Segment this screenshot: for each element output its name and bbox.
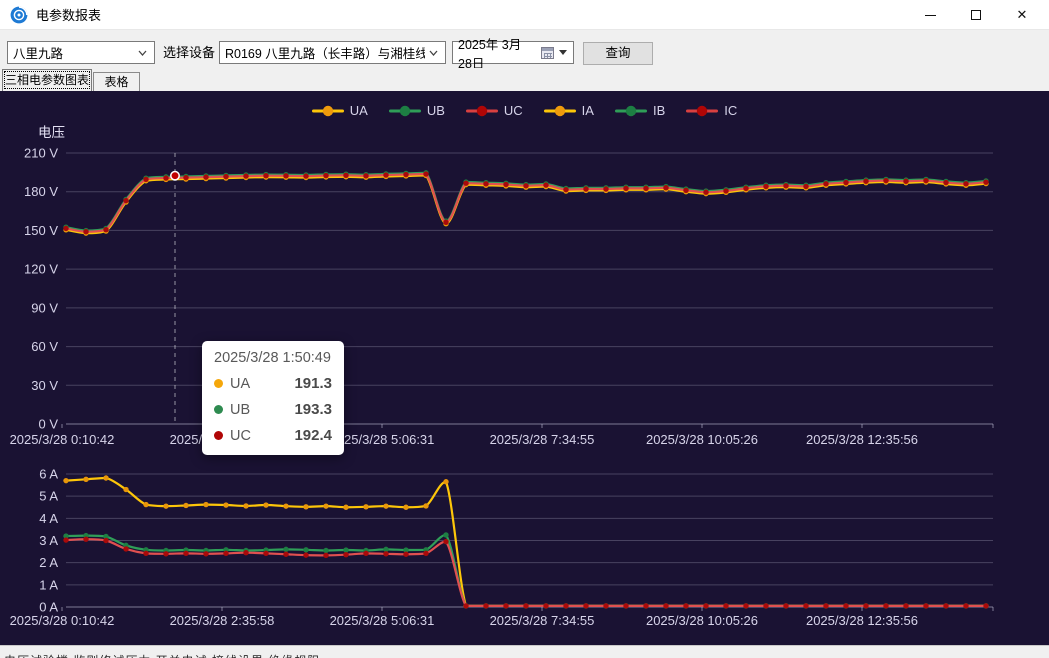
dropdown-arrow-icon xyxy=(559,50,567,55)
title-bar: 电参数报表 ✕ xyxy=(0,0,1049,30)
series-dot-icon xyxy=(214,379,223,388)
chart-legend: UA UB UC IA IB IC xyxy=(0,103,1049,118)
tooltip-series-value: 191.3 xyxy=(294,375,332,392)
svg-text:90 V: 90 V xyxy=(31,300,58,315)
background-window-strip: 电压试验楼 监则修试压力 开关电试 接线设界 绝缘规阻 xyxy=(0,645,1049,658)
maximize-button[interactable] xyxy=(953,0,999,30)
background-window-text: 电压试验楼 监则修试压力 开关电试 接线设界 绝缘规阻 xyxy=(4,652,320,658)
tooltip-series-name: UA xyxy=(230,376,250,392)
tab-table[interactable]: 表格 xyxy=(93,72,140,91)
legend-label: UA xyxy=(350,103,368,118)
legend-line-icon xyxy=(312,104,344,118)
legend-item-ua[interactable]: UA xyxy=(312,103,368,118)
legend-item-uc[interactable]: UC xyxy=(466,103,523,118)
legend-item-ic[interactable]: IC xyxy=(686,103,737,118)
chevron-down-icon xyxy=(138,50,147,56)
svg-text:2025/3/28 5:06:31: 2025/3/28 5:06:31 xyxy=(330,613,435,628)
legend-line-icon xyxy=(544,104,576,118)
svg-text:2025/3/28 12:35:56: 2025/3/28 12:35:56 xyxy=(806,613,918,628)
series-dot-icon xyxy=(214,431,223,440)
tooltip-series-name: UC xyxy=(230,428,251,444)
svg-text:120 V: 120 V xyxy=(24,262,58,277)
area-select-value: 八里九路 xyxy=(13,43,134,62)
svg-text:2025/3/28 0:10:42: 2025/3/28 0:10:42 xyxy=(10,432,115,447)
app-window: 电参数报表 ✕ 八里九路 选择设备 R0169 八里九路（长丰路）与湘桂线交 2… xyxy=(0,0,1049,658)
toolbar: 八里九路 选择设备 R0169 八里九路（长丰路）与湘桂线交 2025年 3月2… xyxy=(0,31,1049,68)
legend-label: IA xyxy=(582,103,594,118)
svg-text:3 A: 3 A xyxy=(39,533,58,548)
tooltip-row-uc: UC 192.4 xyxy=(214,427,332,444)
tooltip-row-ua: UA 191.3 xyxy=(214,375,332,392)
svg-text:150 V: 150 V xyxy=(24,223,58,238)
tooltip-series-value: 193.3 xyxy=(294,401,332,418)
area-select[interactable]: 八里九路 xyxy=(7,41,155,64)
device-select[interactable]: R0169 八里九路（长丰路）与湘桂线交 xyxy=(219,41,446,64)
tooltip-series-value: 192.4 xyxy=(294,427,332,444)
svg-text:电压: 电压 xyxy=(38,125,65,140)
svg-text:2 A: 2 A xyxy=(39,555,58,570)
maximize-icon xyxy=(971,10,981,20)
legend-line-icon xyxy=(686,104,718,118)
svg-text:2025/3/28 10:05:26: 2025/3/28 10:05:26 xyxy=(646,432,758,447)
window-title: 电参数报表 xyxy=(36,5,101,24)
legend-item-ib[interactable]: IB xyxy=(615,103,665,118)
svg-text:5 A: 5 A xyxy=(39,489,58,504)
tooltip-row-ub: UB 193.3 xyxy=(214,401,332,418)
legend-item-ub[interactable]: UB xyxy=(389,103,445,118)
svg-text:0 V: 0 V xyxy=(38,417,58,432)
minimize-button[interactable] xyxy=(907,0,953,30)
legend-label: UB xyxy=(427,103,445,118)
chevron-down-icon xyxy=(429,50,438,56)
minimize-icon xyxy=(925,15,936,16)
close-icon: ✕ xyxy=(1017,7,1028,23)
calendar-icon xyxy=(541,47,554,59)
svg-text:2025/3/28 7:34:55: 2025/3/28 7:34:55 xyxy=(490,432,595,447)
app-icon xyxy=(10,6,28,24)
legend-label: UC xyxy=(504,103,523,118)
legend-label: IB xyxy=(653,103,665,118)
svg-text:2025/3/28 5:06:31: 2025/3/28 5:06:31 xyxy=(330,432,435,447)
svg-text:2025/3/28 10:05:26: 2025/3/28 10:05:26 xyxy=(646,613,758,628)
svg-text:30 V: 30 V xyxy=(31,378,58,393)
date-picker[interactable]: 2025年 3月28日 xyxy=(452,41,574,64)
device-select-value: R0169 八里九路（长丰路）与湘桂线交 xyxy=(225,43,425,62)
legend-line-icon xyxy=(466,104,498,118)
close-button[interactable]: ✕ xyxy=(999,0,1045,30)
svg-text:6 A: 6 A xyxy=(39,467,58,482)
svg-text:2025/3/28 12:35:56: 2025/3/28 12:35:56 xyxy=(806,432,918,447)
query-button[interactable]: 查询 xyxy=(583,42,653,65)
svg-text:2025/3/28 7:34:55: 2025/3/28 7:34:55 xyxy=(490,613,595,628)
chart-tooltip: 2025/3/28 1:50:49 UA 191.3 UB 193.3 UC 192.4 xyxy=(202,341,344,455)
legend-item-ia[interactable]: IA xyxy=(544,103,594,118)
chart-panel[interactable]: 210 V180 V150 V120 V90 V60 V30 V0 V2025/… xyxy=(0,91,1049,645)
tab-three-phase-chart[interactable]: 三相电参数图表 xyxy=(2,69,92,91)
legend-line-icon xyxy=(615,104,647,118)
svg-text:210 V: 210 V xyxy=(24,146,58,161)
tab-strip: 三相电参数图表 表格 xyxy=(0,68,1049,91)
tooltip-time: 2025/3/28 1:50:49 xyxy=(214,350,332,366)
svg-text:4 A: 4 A xyxy=(39,511,58,526)
series-dot-icon xyxy=(214,405,223,414)
tooltip-series-name: UB xyxy=(230,402,250,418)
legend-line-icon xyxy=(389,104,421,118)
device-label: 选择设备 xyxy=(163,42,215,61)
svg-text:180 V: 180 V xyxy=(24,184,58,199)
svg-text:2025/3/28 0:10:42: 2025/3/28 0:10:42 xyxy=(10,613,115,628)
date-picker-value: 2025年 3月28日 xyxy=(458,34,535,72)
svg-text:1 A: 1 A xyxy=(39,577,58,592)
charts-svg: 210 V180 V150 V120 V90 V60 V30 V0 V2025/… xyxy=(0,91,1049,645)
svg-text:2025/3/28 2:35:58: 2025/3/28 2:35:58 xyxy=(170,613,275,628)
svg-text:60 V: 60 V xyxy=(31,339,58,354)
legend-label: IC xyxy=(724,103,737,118)
